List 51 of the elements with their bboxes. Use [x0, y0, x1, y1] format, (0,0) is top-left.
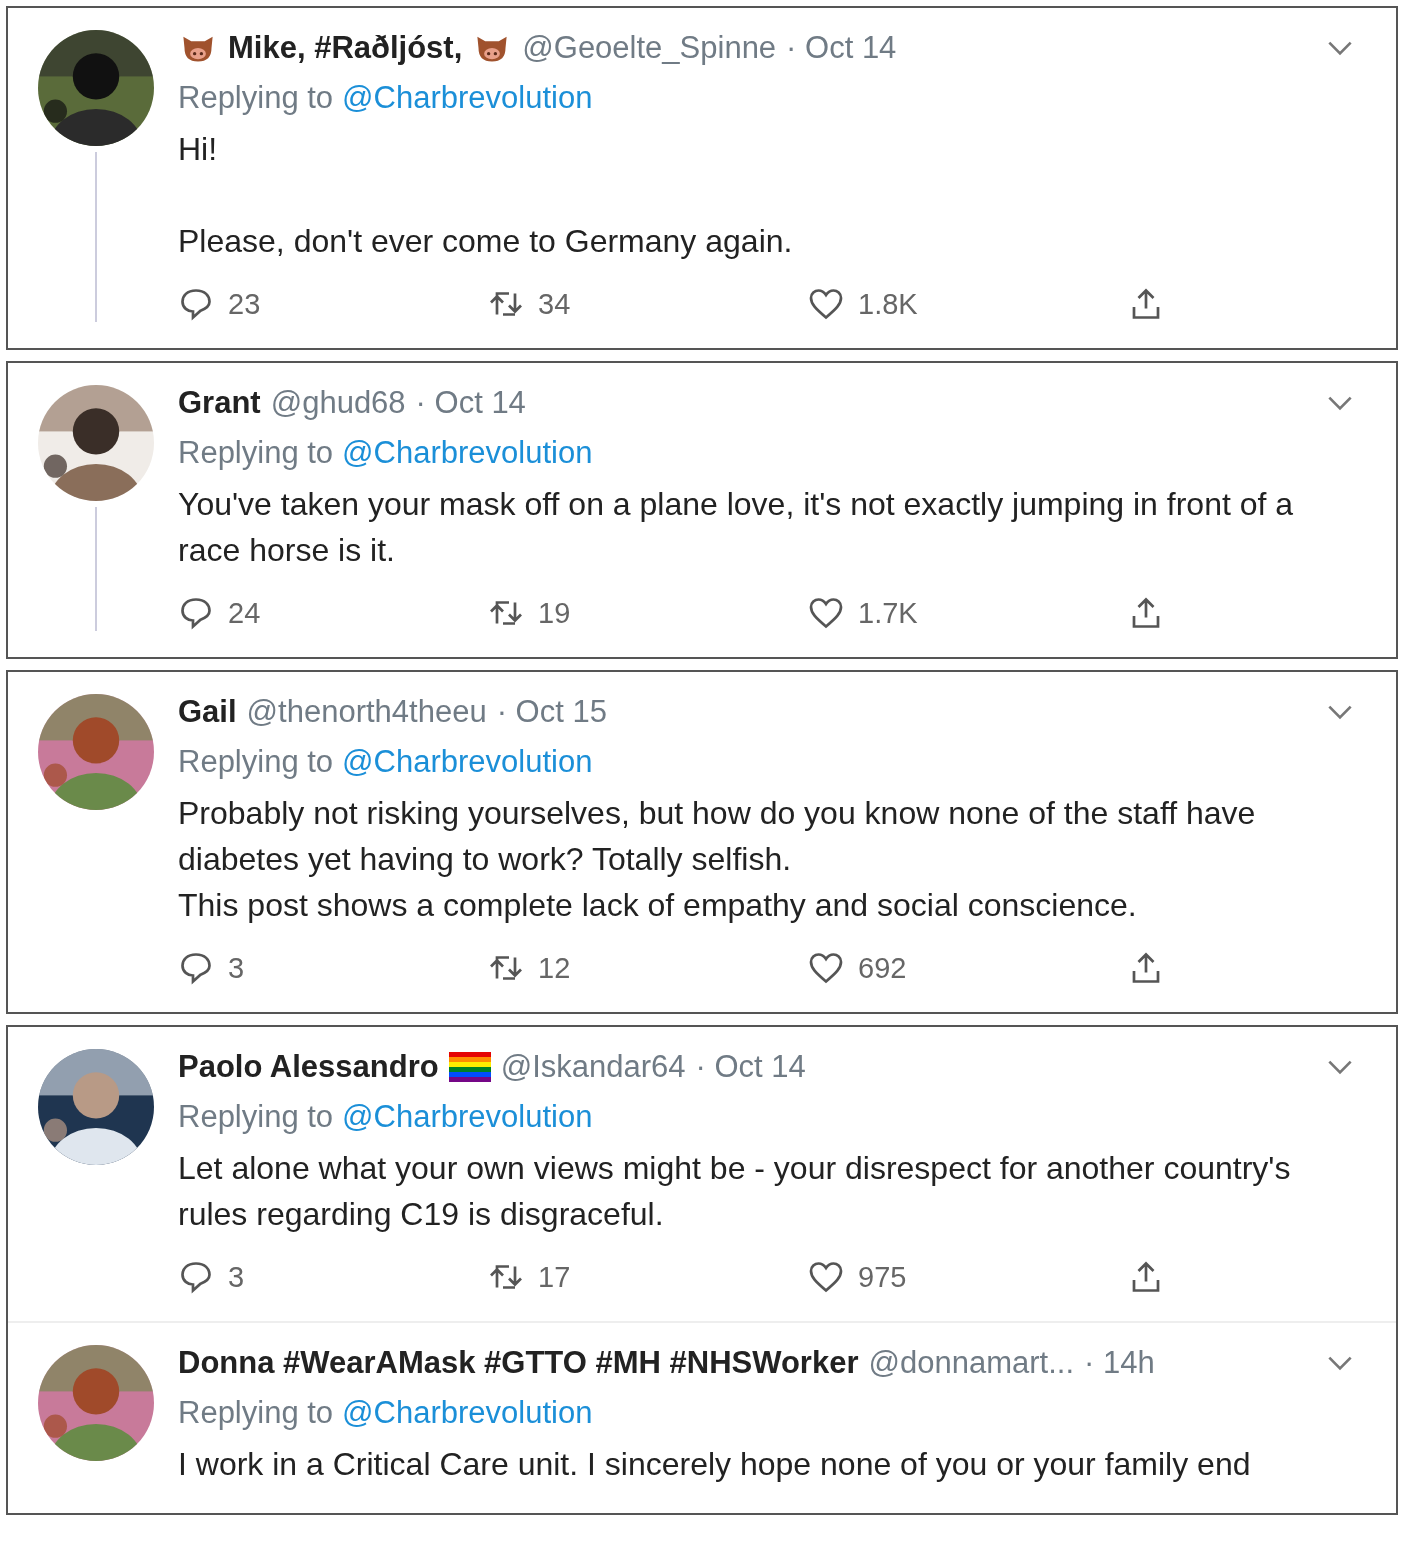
user-name[interactable]: Paolo Alessandro	[178, 1049, 439, 1085]
replying-label: Replying to	[178, 1099, 334, 1135]
user-handle[interactable]: @donnamart...	[868, 1345, 1074, 1381]
retweet-count: 17	[538, 1260, 571, 1294]
reply-count: 3	[228, 951, 245, 985]
tweet-date[interactable]: · Oct 15	[496, 694, 607, 730]
tweet-text: Hi! Please, don't ever come to Germany again.	[178, 130, 794, 261]
user-handle[interactable]: @Geoelte_Spinne	[522, 30, 777, 66]
replying-label: Replying to	[178, 435, 334, 471]
user-handle[interactable]: @thenorth4theeu	[246, 694, 487, 730]
like-count: 1.7K	[858, 596, 918, 630]
comment-icon[interactable]	[178, 950, 214, 986]
tweet-date[interactable]: · Oct 14	[786, 30, 897, 66]
user-name[interactable]: Grant	[178, 385, 261, 421]
tweet-text: Probably not risking yourselves, but how do you know none of the staff have diabetes yet having to work? Totally selfish. This post shows a complete lack of empathy and social conscience.	[178, 794, 1257, 925]
replying-label: Replying to	[178, 1395, 334, 1431]
heart-icon[interactable]	[808, 1259, 844, 1295]
heart-icon[interactable]	[808, 286, 844, 322]
user-handle[interactable]: @Iskandar64	[500, 1049, 686, 1085]
heart-icon[interactable]	[808, 950, 844, 986]
reply-count: 3	[228, 1260, 245, 1294]
retweet-count: 34	[538, 287, 571, 321]
retweet-count: 12	[538, 951, 571, 985]
tweet-text: Let alone what your own views might be - your disrespect for another country's rules regarding C19 is disgraceful.	[178, 1149, 1292, 1234]
mention-link[interactable]: @Charbrevolution	[342, 435, 593, 471]
tweet-text: I work in a Critical Care unit. I sincerely hope none of you or your family end	[178, 1445, 1252, 1484]
rainbow-flag-icon	[448, 1052, 491, 1082]
replying-label: Replying to	[178, 80, 334, 116]
like-count: 975	[858, 1260, 907, 1294]
mention-link[interactable]: @Charbrevolution	[342, 1395, 593, 1431]
mention-link[interactable]: @Charbrevolution	[342, 744, 593, 780]
mention-link[interactable]: @Charbrevolution	[342, 80, 593, 116]
comment-icon[interactable]	[178, 595, 214, 631]
reply-count: 23	[228, 287, 261, 321]
user-name[interactable]: Gail	[178, 694, 237, 730]
retweet-count: 19	[538, 596, 571, 630]
mention-link[interactable]: @Charbrevolution	[342, 1099, 593, 1135]
tweet-text: You've taken your mask off on a plane love, it's not exactly jumping in front of a race horse is it.	[178, 485, 1295, 570]
like-count: 1.8K	[858, 287, 918, 321]
tweet-date[interactable]: · Oct 14	[415, 385, 526, 421]
tweet-date[interactable]: · Oct 14	[695, 1049, 806, 1085]
reply-count: 24	[228, 596, 261, 630]
comment-icon[interactable]	[178, 1259, 214, 1295]
tweet-date[interactable]: · 14h	[1084, 1345, 1155, 1381]
like-count: 692	[858, 951, 907, 985]
comment-icon[interactable]	[178, 286, 214, 322]
replying-label: Replying to	[178, 744, 334, 780]
heart-icon[interactable]	[808, 595, 844, 631]
user-name[interactable]: Donna #WearAMask #GTTO #MH #NHSWorker	[178, 1345, 859, 1381]
user-handle[interactable]: @ghud68	[270, 385, 406, 421]
user-name[interactable]: Mike, #Raðljóst,	[228, 30, 463, 66]
